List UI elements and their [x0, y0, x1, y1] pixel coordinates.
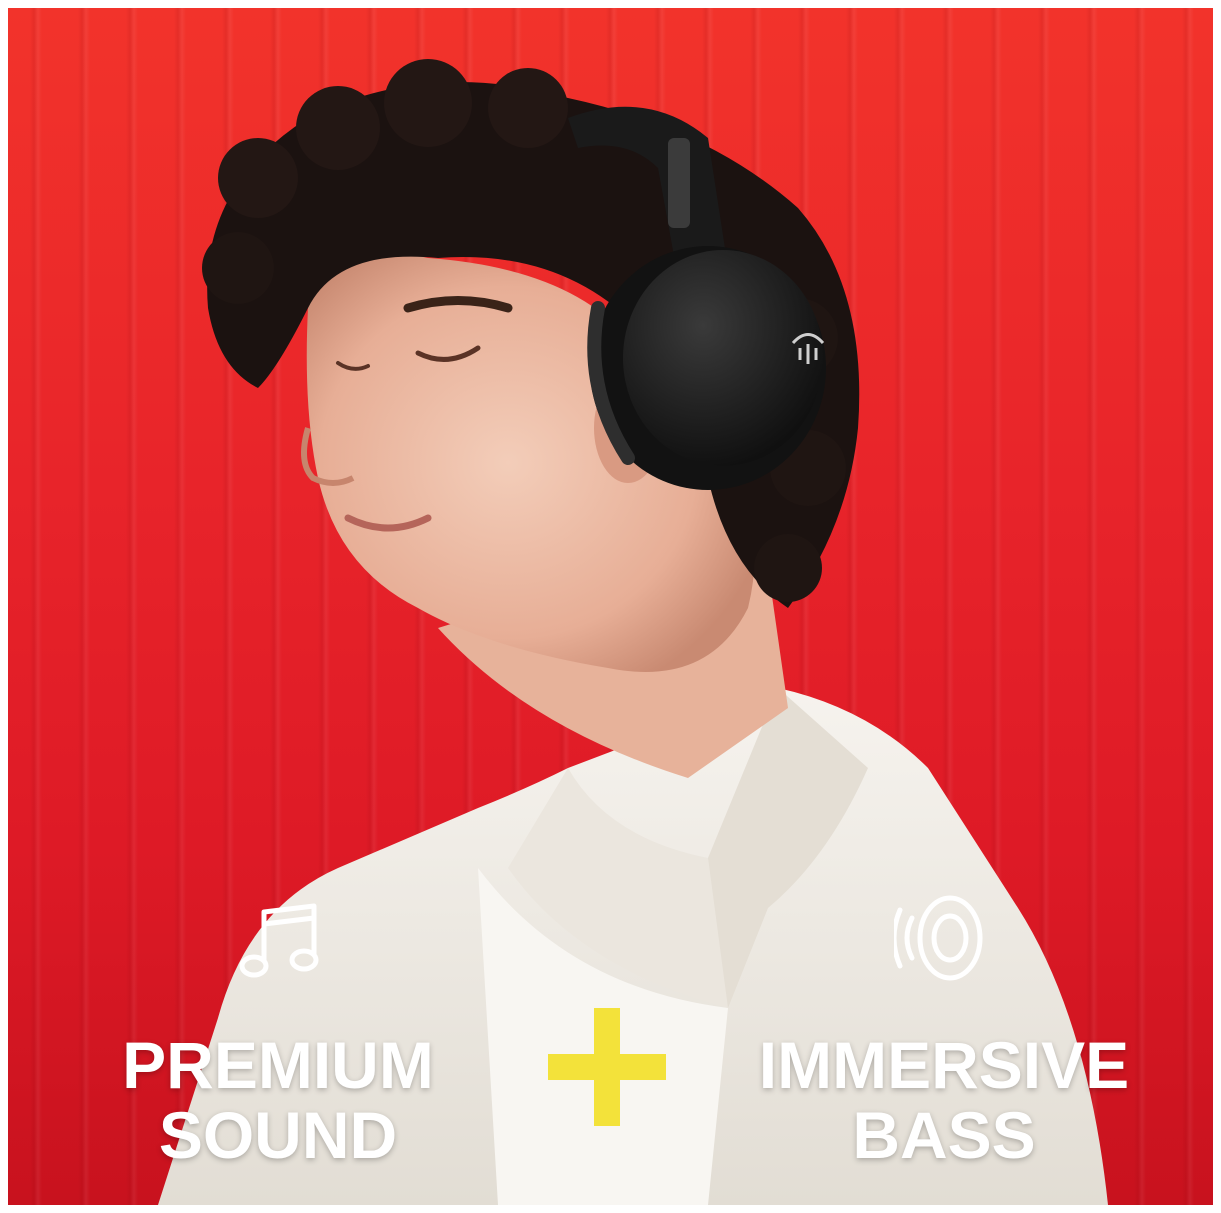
plus-icon	[548, 1008, 666, 1126]
feature-immersive-bass: IMMERSIVE BASS	[724, 1030, 1164, 1170]
feature-right-line2: BASS	[852, 1098, 1036, 1172]
feature-right-line1: IMMERSIVE	[758, 1028, 1130, 1102]
music-note-icon	[239, 903, 319, 978]
product-banner: PREMIUM SOUND IMMERSIVE BASS	[8, 8, 1213, 1205]
feature-left-line2: SOUND	[158, 1098, 398, 1172]
speaker-sound-icon	[894, 895, 983, 981]
feature-premium-sound: PREMIUM SOUND	[78, 1030, 478, 1170]
feature-left-line1: PREMIUM	[122, 1028, 434, 1102]
